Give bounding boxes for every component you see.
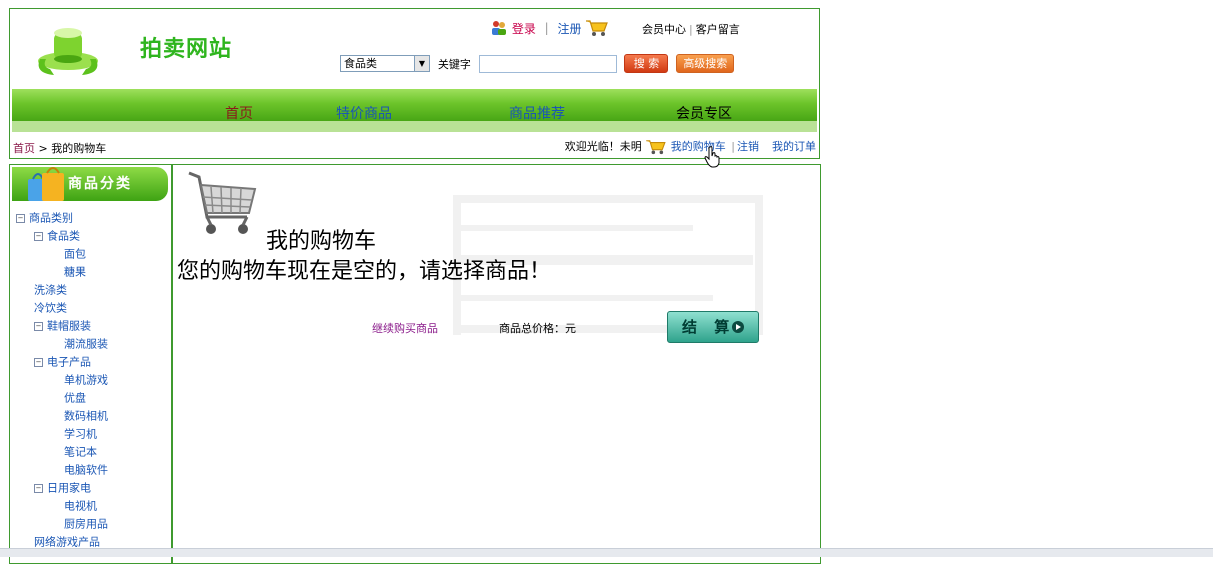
category-tree-label: 电子产品 [47, 355, 91, 369]
separator: | [544, 21, 549, 35]
member-links: 会员中心 | 客户留言 [642, 21, 740, 37]
category-tree-item[interactable]: 单机游戏 [64, 373, 108, 387]
shopping-bag-icon [28, 167, 64, 201]
category-tree-label: 鞋帽服装 [47, 319, 91, 333]
collapse-toggle-icon[interactable]: − [34, 357, 43, 367]
logout-link[interactable]: 注销 [737, 140, 759, 153]
nav-special-offers[interactable]: 特价商品 [336, 103, 392, 123]
category-tree-label: 商品类别 [29, 211, 73, 225]
category-select-value: 食品类 [344, 57, 377, 70]
checkout-button-label: 结 算 [682, 318, 736, 336]
category-tree-item[interactable]: 冷饮类 [34, 301, 67, 315]
breadcrumb: 首页 > 我的购物车 [13, 140, 106, 156]
nav-recommended[interactable]: 商品推荐 [509, 103, 565, 123]
collapse-toggle-icon[interactable]: − [16, 213, 25, 223]
category-tree-label: 食品类 [47, 229, 80, 243]
guestbook-link[interactable]: 客户留言 [696, 23, 740, 36]
category-tree-label: 电脑软件 [64, 463, 108, 477]
site-header: 拍卖网站 登录 | 注册 会员中心 | 客户留言 食品类 ▼ 关键字 搜 索 高级搜… [9, 8, 820, 159]
hand-pointer-cursor-icon [704, 146, 720, 168]
category-header: 商品分类 [12, 167, 168, 201]
category-tree-item[interactable]: − 电子产品 [34, 355, 91, 369]
nav-home[interactable]: 首页 [225, 103, 253, 123]
shopping-cart-icon[interactable] [585, 19, 609, 37]
empty-cart-message: 您的购物车现在是空的，请选择商品！ [177, 259, 552, 284]
cart-title: 我的购物车 [266, 229, 377, 254]
category-title: 商品分类 [68, 176, 132, 192]
site-logo-icon [38, 28, 98, 75]
category-tree-item[interactable]: − 商品类别 [16, 211, 73, 225]
chevron-down-icon[interactable]: ▼ [414, 56, 429, 71]
welcome-bar: 欢迎光临！未明 我的购物车 | 注销 我的订单 [565, 138, 816, 155]
category-tree-item[interactable]: 优盘 [64, 391, 86, 405]
category-tree-label: 糖果 [64, 265, 86, 279]
keyword-input[interactable] [478, 54, 617, 73]
category-tree-label: 单机游戏 [64, 373, 108, 387]
category-tree-label: 洗涤类 [34, 283, 67, 297]
category-select[interactable]: 食品类 ▼ [340, 55, 430, 72]
category-tree-label: 潮流服装 [64, 337, 108, 351]
continue-shopping-link[interactable]: 继续购买商品 [372, 320, 438, 336]
advanced-search-button[interactable]: 高级搜索 [676, 54, 735, 73]
register-link[interactable]: 注册 [558, 20, 582, 37]
category-tree-label: 冷饮类 [34, 301, 67, 315]
checkout-button[interactable]: 结 算 [667, 311, 759, 343]
category-tree-item[interactable]: 糖果 [64, 265, 86, 279]
category-tree-label: 面包 [64, 247, 86, 261]
collapse-toggle-icon[interactable]: − [34, 483, 43, 493]
category-tree-label: 学习机 [64, 427, 97, 441]
category-tree-item[interactable]: 面包 [64, 247, 86, 261]
total-price-label: 商品总价格：元 [499, 322, 576, 335]
category-tree-item[interactable]: 电脑软件 [64, 463, 108, 477]
nav-member-zone[interactable]: 会员专区 [676, 103, 732, 123]
breadcrumb-home-link[interactable]: 首页 [13, 142, 35, 155]
category-tree-item[interactable]: − 日用家电 [34, 481, 91, 495]
breadcrumb-current: > 我的购物车 [35, 142, 107, 155]
site-name: 拍卖网站 [140, 37, 233, 62]
login-link[interactable]: 登录 [512, 20, 536, 37]
category-tree-item[interactable]: 厨房用品 [64, 517, 108, 531]
cart-panel: 我的购物车 您的购物车现在是空的，请选择商品！ 继续购买商品 商品总价格：元 结… [172, 164, 821, 564]
category-tree-label: 日用家电 [47, 481, 91, 495]
search-bar: 食品类 ▼ 关键字 搜 索 高级搜索 [340, 54, 735, 74]
separator: | [689, 23, 693, 36]
category-tree-label: 厨房用品 [64, 517, 108, 531]
separator: | [731, 140, 735, 153]
play-arrow-icon [732, 321, 744, 333]
category-tree-item[interactable]: 网络游戏产品 [34, 535, 100, 549]
category-tree-item[interactable]: 洗涤类 [34, 283, 67, 297]
category-tree-label: 电视机 [64, 499, 97, 513]
category-sidebar: 商品分类 − 商品类别 − 食品类 面包 糖果 洗涤类 冷饮类 − 鞋帽服装 潮流服装 − 电子产品 单机… [9, 164, 172, 564]
member-center-link[interactable]: 会员中心 [642, 23, 686, 36]
category-tree-label: 网络游戏产品 [34, 535, 100, 549]
category-tree-item[interactable]: 笔记本 [64, 445, 97, 459]
users-icon [492, 21, 506, 35]
nav-sub-bar [12, 121, 817, 132]
category-tree-item[interactable]: 数码相机 [64, 409, 108, 423]
category-tree-item[interactable]: 潮流服装 [64, 337, 108, 351]
my-orders-link[interactable]: 我的订单 [772, 140, 816, 153]
category-tree-label: 数码相机 [64, 409, 108, 423]
shopping-cart-icon [646, 140, 666, 155]
category-tree-item[interactable]: 学习机 [64, 427, 97, 441]
search-button[interactable]: 搜 索 [624, 54, 669, 73]
category-tree-label: 优盘 [64, 391, 86, 405]
shopping-cart-image-icon [188, 171, 257, 234]
keyword-label: 关键字 [437, 57, 471, 71]
welcome-text: 欢迎光临！未明 [564, 140, 642, 153]
collapse-toggle-icon[interactable]: − [34, 231, 43, 241]
category-tree-label: 笔记本 [64, 445, 97, 459]
category-tree-item[interactable]: − 鞋帽服装 [34, 319, 91, 333]
category-tree-item[interactable]: − 食品类 [34, 229, 80, 243]
collapse-toggle-icon[interactable]: − [34, 321, 43, 331]
main-nav: 首页 特价商品 商品推荐 会员专区 [12, 89, 817, 123]
top-links: 登录 | 注册 [490, 19, 609, 41]
category-tree-item[interactable]: 电视机 [64, 499, 97, 513]
